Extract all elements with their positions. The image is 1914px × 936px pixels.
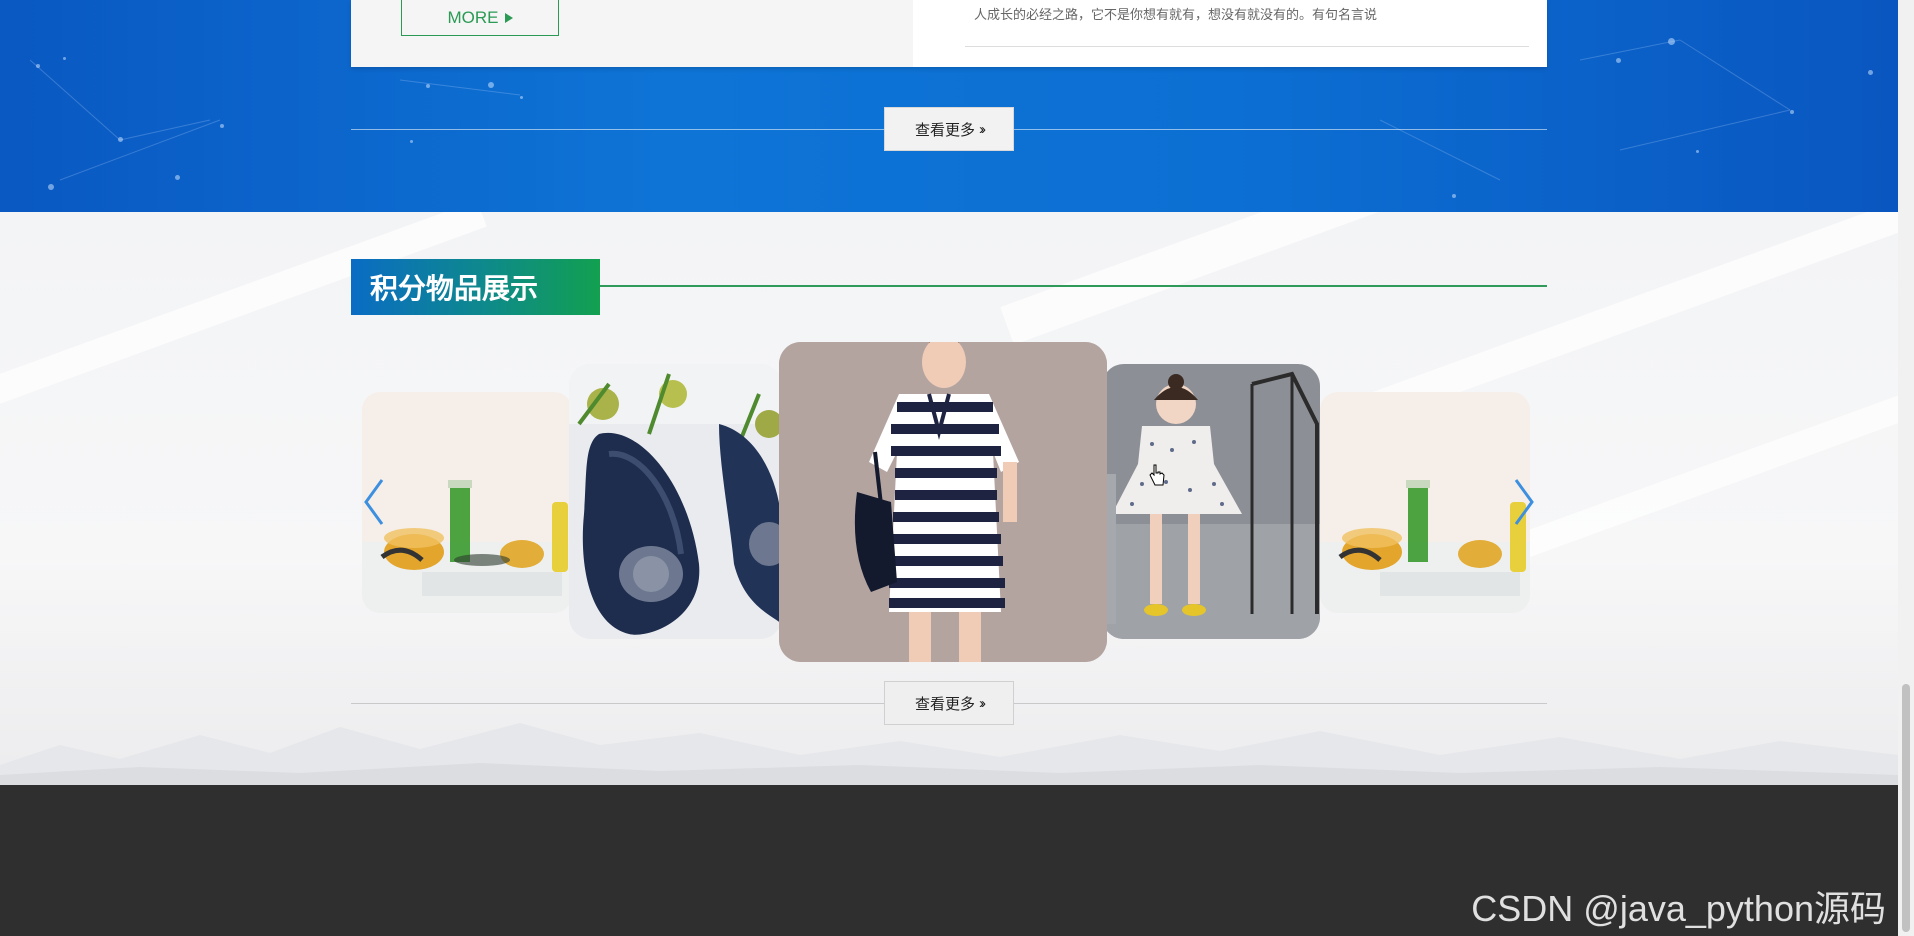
chevron-right-icon[interactable]	[1506, 474, 1542, 530]
polka-dress-image	[1102, 364, 1320, 639]
carousel-slide-striped-dress[interactable]	[779, 342, 1107, 662]
news-snippet[interactable]: 人成长的必经之路，它不是你想有就有，想没有就没有的。有句名言说	[974, 4, 1377, 23]
page: MORE 人成长的必经之路，它不是你想有就有，想没有就没有的。有句名言说 查看更…	[0, 0, 1914, 936]
scrollbar[interactable]	[1898, 0, 1914, 936]
more-button[interactable]: MORE	[401, 0, 559, 36]
shoes-image	[569, 364, 782, 639]
drinks-image	[1320, 392, 1530, 613]
view-more-label: 查看更多	[914, 695, 975, 713]
section-title: 积分物品展示	[351, 259, 600, 315]
more-label: MORE	[447, 7, 499, 27]
drinks-image	[362, 392, 572, 613]
news-card-left: MORE	[351, 0, 913, 67]
watermark: CSDN @java_python源码	[1471, 888, 1886, 929]
carousel-slide-polka-dress[interactable]	[1102, 364, 1320, 639]
news-view-more-button[interactable]: 查看更多 ››	[884, 107, 1014, 151]
hand-pointer-icon	[1149, 464, 1165, 486]
double-chevron-right-icon: ››	[979, 694, 986, 712]
carousel-slide-drinks-right[interactable]	[1320, 392, 1530, 613]
news-card: MORE 人成长的必经之路，它不是你想有就有，想没有就没有的。有句名言说	[351, 0, 1547, 67]
news-band: MORE 人成长的必经之路，它不是你想有就有，想没有就没有的。有句名言说 查看更…	[0, 0, 1898, 212]
title-rule	[600, 285, 1547, 287]
double-chevron-right-icon: ››	[979, 120, 986, 138]
chevron-left-icon[interactable]	[356, 474, 392, 530]
striped-dress-image	[779, 342, 1107, 662]
carousel-slide-drinks-left[interactable]	[362, 392, 572, 613]
products-view-more-button[interactable]: 查看更多 ››	[884, 681, 1014, 725]
section-title-text: 积分物品展示	[370, 273, 539, 304]
scrollbar-thumb[interactable]	[1902, 684, 1910, 932]
carousel-slide-shoes[interactable]	[569, 364, 782, 639]
triangle-right-icon	[504, 12, 513, 23]
view-more-label: 查看更多	[914, 121, 975, 139]
products-section: 积分物品展示 查看更多 ››	[0, 212, 1898, 785]
news-divider	[965, 46, 1529, 47]
